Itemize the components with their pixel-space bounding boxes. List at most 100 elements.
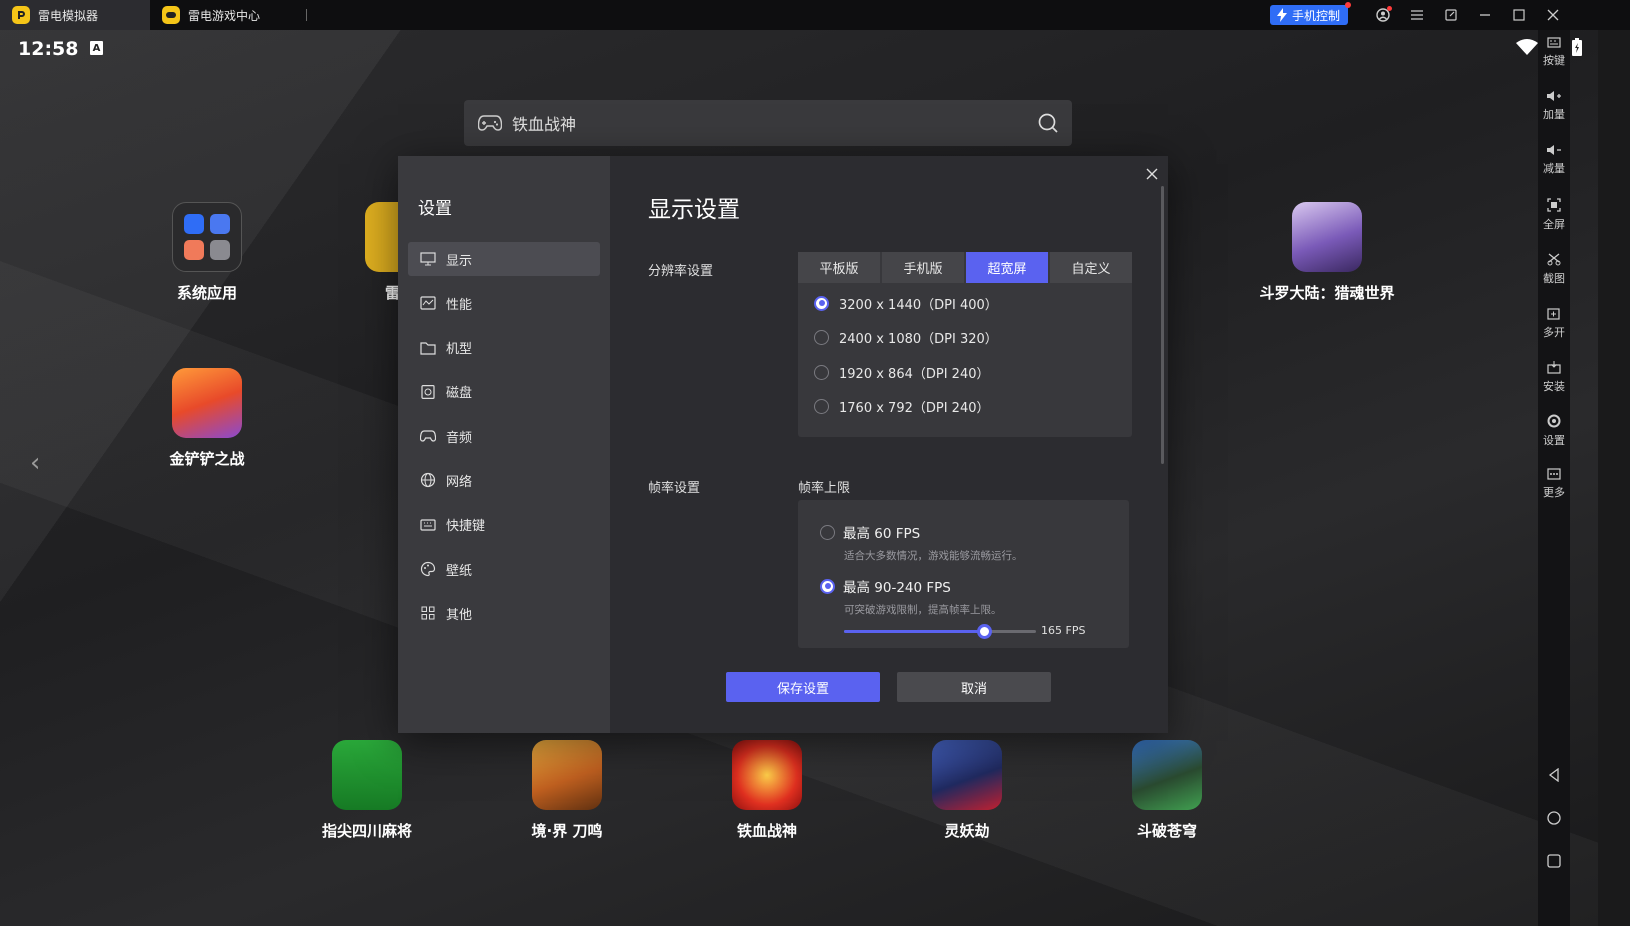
tab-custom[interactable]: 自定义 (1050, 252, 1132, 283)
resolution-panel: 平板版 手机版 超宽屏 自定义 3200 x 1440（DPI 400） 240… (798, 252, 1132, 437)
app-label: 灵妖劫 (944, 822, 990, 840)
mahjong-game-icon (332, 740, 402, 810)
resolution-option[interactable]: 1920 x 864（DPI 240） (798, 355, 1132, 390)
toolbar-multi-instance[interactable]: 多开 (1543, 300, 1565, 354)
cancel-button[interactable]: 取消 (897, 672, 1051, 702)
menu-item-audio[interactable]: 音频 (408, 419, 600, 453)
notification-dot (1387, 6, 1392, 11)
fps-option[interactable]: 最高 60 FPS 适合大多数情况，游戏能够流畅运行。 (820, 522, 1023, 563)
app-label: 斗罗大陆：猎魂世界 (1259, 284, 1395, 302)
globe-icon (420, 473, 436, 488)
app-doupo[interactable]: 斗破苍穹 (1102, 740, 1232, 841)
save-settings-button[interactable]: 保存设置 (726, 672, 880, 702)
radio-selected[interactable] (814, 295, 829, 311)
app-lingyaojie[interactable]: 灵妖劫 (902, 740, 1032, 841)
toolbar-keymap[interactable]: 按键 (1543, 30, 1565, 84)
fps-slider[interactable] (844, 624, 1036, 639)
app-tiexue[interactable]: 铁血战神 (702, 740, 832, 841)
fps-option[interactable]: 最高 90-240 FPS 可突破游戏限制，提高帧率上限。 (820, 576, 1002, 617)
resolution-option[interactable]: 1760 x 792（DPI 240） (798, 390, 1132, 425)
menu-label: 快捷键 (446, 519, 486, 535)
menu-button[interactable] (1400, 0, 1434, 30)
radio[interactable] (814, 364, 829, 380)
resolution-option[interactable]: 2400 x 1080（DPI 320） (798, 321, 1132, 356)
fps-option-label: 最高 60 FPS (843, 526, 921, 542)
close-icon (1146, 168, 1158, 180)
account-button[interactable] (1366, 0, 1400, 30)
menu-item-shortcuts[interactable]: 快捷键 (408, 508, 600, 542)
radio[interactable] (820, 524, 835, 540)
toolbar-volume-down[interactable]: 减量 (1543, 138, 1565, 192)
app-jinchanchan[interactable]: 金铲铲之战 (142, 368, 272, 469)
input-method-badge: A (90, 41, 103, 55)
toolbar-label: 加量 (1543, 108, 1565, 121)
menu-item-model[interactable]: 机型 (408, 331, 600, 365)
tab-ultrawide[interactable]: 超宽屏 (966, 252, 1048, 283)
app-label: 铁血战神 (736, 822, 797, 840)
android-recents-button[interactable] (1538, 854, 1570, 868)
fps-slider-value: 165 FPS (1041, 624, 1086, 637)
phone-control-button[interactable]: 手机控制 (1269, 2, 1351, 25)
scissors-icon (1547, 253, 1561, 266)
tab-label: 雷电模拟器 (38, 8, 99, 23)
settings-title: 设置 (418, 199, 452, 219)
home-circle-icon (1547, 811, 1561, 825)
dialog-scrollbar[interactable] (1161, 186, 1164, 464)
wifi-icon (1516, 39, 1538, 55)
toolbar-volume-up[interactable]: 加量 (1543, 84, 1565, 138)
resolution-option-label: 3200 x 1440（DPI 400） (839, 297, 998, 313)
slider-handle[interactable] (976, 624, 992, 639)
resolution-label: 分辨率设置 (648, 264, 714, 279)
volume-down-icon (1547, 145, 1561, 155)
page-left-arrow-icon[interactable]: ‹ (30, 448, 40, 478)
restore-window-button[interactable] (1434, 0, 1468, 30)
resolution-option[interactable]: 3200 x 1440（DPI 400） (798, 286, 1132, 321)
tab-phone[interactable]: 手机版 (882, 252, 964, 283)
dialog-close-button[interactable] (1146, 164, 1158, 185)
menu-item-disk[interactable]: 磁盘 (408, 375, 600, 409)
toolbar-fullscreen[interactable]: 全屏 (1543, 192, 1565, 246)
tab-emulator[interactable]: 雷电模拟器 (0, 0, 150, 30)
radio-selected[interactable] (820, 578, 835, 594)
recents-square-icon (1547, 854, 1561, 868)
toolbar-label: 截图 (1543, 272, 1565, 285)
menu-item-display[interactable]: 显示 (408, 242, 600, 276)
search-icon[interactable] (1038, 113, 1058, 133)
keyboard-icon (1547, 37, 1561, 48)
folder-icon (172, 202, 242, 272)
gear-icon (1547, 414, 1561, 428)
menu-item-performance[interactable]: 性能 (408, 286, 600, 320)
jinchanchan-game-icon (172, 368, 242, 438)
toolbar-more[interactable]: 更多 (1543, 462, 1565, 516)
maximize-button[interactable] (1502, 0, 1536, 30)
toolbar-settings[interactable]: 设置 (1543, 408, 1565, 462)
search-bar[interactable]: 铁血战神 (464, 100, 1072, 146)
app-douluo[interactable]: 斗罗大陆：猎魂世界 (1259, 202, 1395, 303)
tab-game-center[interactable]: 雷电游戏中心 (150, 0, 300, 30)
tab-tablet[interactable]: 平板版 (798, 252, 880, 283)
menu-item-wallpaper[interactable]: 壁纸 (408, 552, 600, 586)
close-window-button[interactable] (1536, 0, 1570, 30)
window-switch-icon (1445, 9, 1457, 21)
tab-label: 雷电游戏中心 (188, 8, 261, 23)
app-bleach[interactable]: 境·界 刀鸣 (502, 740, 632, 841)
app-system-apps[interactable]: 系统应用 (142, 202, 272, 303)
doupo-game-icon (1132, 740, 1202, 810)
menu-item-network[interactable]: 网络 (408, 463, 600, 497)
radio[interactable] (814, 399, 829, 415)
radio[interactable] (814, 330, 829, 346)
app-label: 系统应用 (176, 284, 237, 302)
fps-panel: 最高 60 FPS 适合大多数情况，游戏能够流畅运行。 最高 90-240 FP… (798, 500, 1129, 648)
search-input[interactable]: 铁血战神 (512, 111, 1028, 135)
settings-dialog: 设置 显示 性能 机型 磁盘 音频 网络 快捷键 壁纸 其他 显示设置 分辨率设… (398, 156, 1168, 733)
fullscreen-icon (1547, 198, 1561, 212)
toolbar-label: 安装 (1543, 380, 1565, 393)
app-mahjong[interactable]: 指尖四川麻将 (302, 740, 432, 841)
files-mini-icon (184, 240, 204, 260)
minimize-button[interactable] (1468, 0, 1502, 30)
toolbar-screenshot[interactable]: 截图 (1543, 246, 1565, 300)
android-back-button[interactable] (1538, 768, 1570, 782)
toolbar-install[interactable]: 安装 (1543, 354, 1565, 408)
android-home-button[interactable] (1538, 811, 1570, 825)
menu-item-other[interactable]: 其他 (408, 596, 600, 630)
